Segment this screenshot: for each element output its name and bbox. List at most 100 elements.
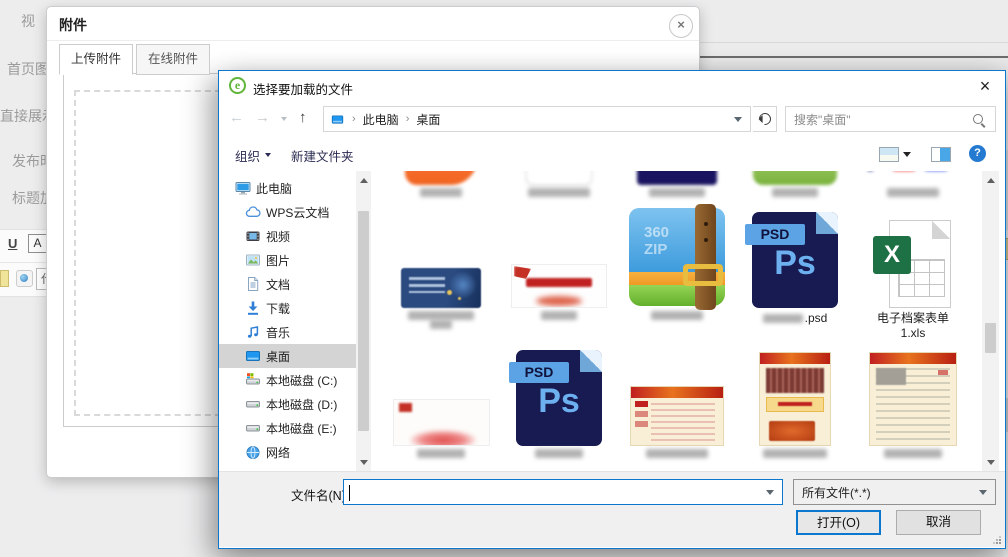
sidebar-item-0[interactable]: 此电脑 bbox=[219, 176, 356, 200]
sidebar-item-label: 图片 bbox=[266, 252, 290, 269]
file-thumbnail-image-file bbox=[382, 205, 500, 308]
file-thumbnail-file: P bbox=[854, 171, 972, 185]
breadcrumb-separator: › bbox=[406, 113, 410, 125]
file-item[interactable]: PSDPs bbox=[500, 347, 618, 458]
scroll-up-icon[interactable] bbox=[356, 172, 371, 187]
view-dropdown-icon[interactable] bbox=[903, 152, 911, 161]
sidebar-item-8[interactable]: 本地磁盘 (C:) bbox=[219, 368, 356, 392]
file-name bbox=[618, 188, 736, 197]
open-button[interactable]: 打开(O) bbox=[796, 510, 881, 535]
file-name bbox=[854, 449, 972, 458]
close-icon[interactable]: × bbox=[669, 14, 693, 38]
up-icon[interactable]: ↑ bbox=[299, 109, 307, 127]
search-input[interactable]: 搜索"桌面" bbox=[785, 106, 996, 132]
file-item[interactable] bbox=[618, 347, 736, 458]
sidebar-item-2[interactable]: 视频 bbox=[219, 224, 356, 248]
sidebar-item-10[interactable]: 本地磁盘 (E:) bbox=[219, 416, 356, 440]
sidebar-item-9[interactable]: 本地磁盘 (D:) bbox=[219, 392, 356, 416]
bg-divider-dark bbox=[700, 56, 1008, 58]
file-item[interactable] bbox=[500, 171, 618, 197]
address-dropdown-icon[interactable] bbox=[734, 117, 742, 126]
sidebar-item-label: 下载 bbox=[266, 300, 290, 317]
scroll-up-icon[interactable] bbox=[982, 172, 999, 187]
file-item[interactable] bbox=[854, 347, 972, 458]
file-dialog-body: 此电脑 WPS云文档视频图片文档下载音乐桌面本地磁盘 (C:)本地磁盘 (D:)本… bbox=[219, 171, 1005, 471]
file-thumbnail-file bbox=[382, 171, 500, 185]
file-item[interactable] bbox=[382, 205, 500, 329]
bg-label-partial: 视 bbox=[21, 11, 35, 31]
sidebar-item-6[interactable]: 音乐 bbox=[219, 320, 356, 344]
file-list: P 360ZIPPSDPs.psdX电子档案表单1.xls PSDPs bbox=[373, 171, 981, 471]
organize-button[interactable]: 组织 bbox=[235, 146, 271, 165]
sidebar-item-7[interactable]: 桌面 bbox=[219, 344, 356, 368]
tab-online-attachment[interactable]: 在线附件 bbox=[136, 44, 210, 75]
file-name bbox=[854, 188, 972, 197]
file-list-scrollbar[interactable] bbox=[982, 171, 999, 471]
sidebar-item-label: WPS云文档 bbox=[266, 204, 329, 221]
history-dropdown-icon[interactable] bbox=[281, 117, 287, 124]
refresh-button[interactable] bbox=[753, 106, 777, 132]
sidebar-item-5[interactable]: 下载 bbox=[219, 296, 356, 320]
file-item[interactable]: P bbox=[854, 171, 972, 197]
filename-field[interactable] bbox=[348, 482, 752, 504]
breadcrumb-separator: › bbox=[352, 113, 356, 125]
sidebar-item-1[interactable]: WPS云文档 bbox=[219, 200, 356, 224]
file-name: 电子档案表单1.xls bbox=[854, 311, 972, 341]
file-item[interactable] bbox=[382, 171, 500, 197]
command-bar: 组织 新建文件夹 ? bbox=[219, 137, 1005, 172]
close-icon[interactable]: × bbox=[971, 73, 999, 99]
scroll-down-icon[interactable] bbox=[982, 455, 999, 470]
filename-input[interactable] bbox=[343, 479, 783, 505]
sidebar-item-label: 文档 bbox=[266, 276, 290, 293]
file-item[interactable] bbox=[618, 171, 736, 197]
blurred-text bbox=[417, 449, 465, 458]
filetype-select[interactable]: 所有文件(*.*) bbox=[793, 479, 996, 505]
cancel-button[interactable]: 取消 bbox=[896, 510, 981, 535]
sidebar-item-11[interactable]: 网络 bbox=[219, 440, 356, 464]
tab-upload-attachment[interactable]: 上传附件 bbox=[59, 44, 133, 75]
sidebar-item-4[interactable]: 文档 bbox=[219, 272, 356, 296]
desktop-icon bbox=[245, 348, 261, 364]
font-color-button[interactable]: A bbox=[28, 234, 47, 253]
resize-grip[interactable] bbox=[993, 536, 1001, 544]
file-item[interactable]: 360ZIP bbox=[618, 205, 736, 320]
blurred-text bbox=[408, 311, 474, 320]
filename-dropdown-icon[interactable] bbox=[766, 490, 774, 499]
file-item[interactable] bbox=[736, 171, 854, 197]
new-folder-button[interactable]: 新建文件夹 bbox=[291, 146, 354, 165]
back-icon[interactable]: ← bbox=[229, 109, 244, 127]
blurred-text bbox=[763, 449, 827, 458]
bg-label-homepage-image: 首页图 bbox=[7, 59, 49, 79]
file-item[interactable] bbox=[736, 347, 854, 458]
view-thumbnails-icon[interactable] bbox=[879, 147, 899, 162]
file-item[interactable] bbox=[500, 205, 618, 320]
scrollbar-thumb[interactable] bbox=[985, 323, 996, 353]
file-name-text: 电子档案表单 bbox=[877, 311, 949, 326]
sidebar-scrollbar[interactable] bbox=[356, 171, 371, 471]
preview-pane-icon[interactable] bbox=[931, 147, 951, 162]
desktop-icon bbox=[330, 113, 345, 126]
breadcrumb-this-pc[interactable]: 此电脑 bbox=[363, 111, 399, 128]
filetype-value: 所有文件(*.*) bbox=[802, 484, 979, 501]
pictures-icon bbox=[245, 252, 261, 268]
scroll-down-icon[interactable] bbox=[356, 455, 371, 470]
file-name bbox=[382, 188, 500, 197]
underline-button[interactable]: U bbox=[8, 236, 17, 251]
blurred-text bbox=[430, 320, 452, 329]
address-bar[interactable]: › 此电脑 › 桌面 bbox=[323, 106, 751, 132]
globe-icon[interactable] bbox=[16, 270, 33, 287]
breadcrumb-desktop[interactable]: 桌面 bbox=[416, 111, 440, 128]
file-name-text: .psd bbox=[805, 311, 828, 326]
file-thumbnail-zip-archive: 360ZIP bbox=[618, 205, 736, 308]
scrollbar-thumb[interactable] bbox=[358, 211, 369, 431]
bg-page-topright bbox=[700, 0, 1008, 70]
file-item[interactable] bbox=[382, 347, 500, 458]
navigation-bar: ← → ↑ › 此电脑 › 桌面 搜索"桌面" bbox=[219, 101, 1005, 137]
filename-label: 文件名(N): bbox=[291, 485, 349, 504]
sidebar-item-label: 桌面 bbox=[266, 348, 290, 365]
forward-icon[interactable]: → bbox=[255, 109, 270, 127]
file-item[interactable]: PSDPs.psd bbox=[736, 205, 854, 326]
help-icon[interactable]: ? bbox=[969, 145, 986, 162]
sidebar-item-3[interactable]: 图片 bbox=[219, 248, 356, 272]
file-item[interactable]: X电子档案表单1.xls bbox=[854, 205, 972, 341]
